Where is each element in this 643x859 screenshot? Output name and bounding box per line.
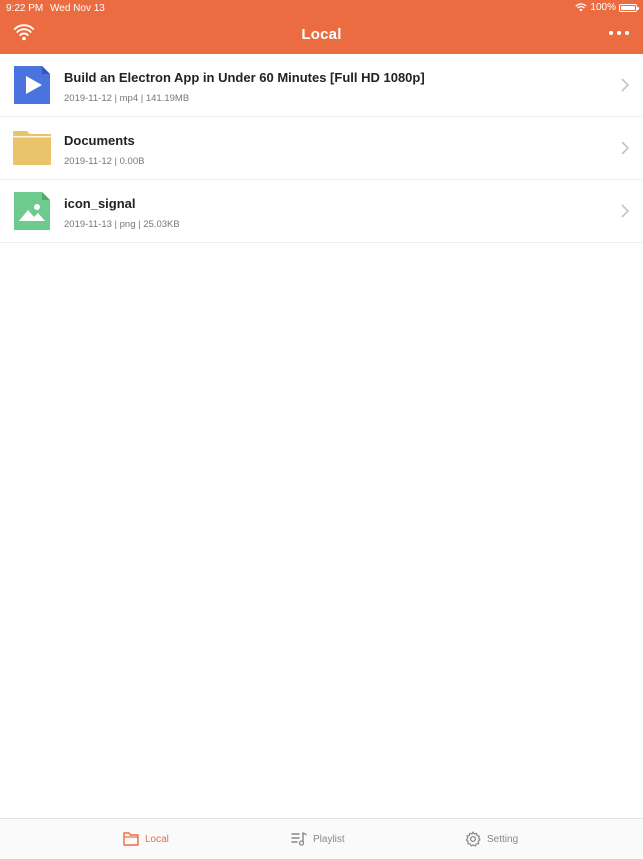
tab-local[interactable]: Local bbox=[123, 819, 169, 859]
file-name: icon_signal bbox=[64, 196, 136, 211]
chevron-right-icon bbox=[621, 78, 630, 92]
tab-label: Setting bbox=[487, 833, 519, 845]
battery-percent: 100% bbox=[590, 2, 616, 13]
gear-icon bbox=[465, 831, 481, 847]
tab-label: Playlist bbox=[313, 833, 345, 845]
file-name: Documents bbox=[64, 133, 135, 148]
battery-icon bbox=[619, 3, 639, 12]
chevron-right-icon bbox=[621, 204, 630, 218]
file-row[interactable]: Documents 2019-11-12 | 0.00B bbox=[0, 117, 643, 180]
image-file-icon bbox=[14, 192, 50, 230]
chevron-right-icon bbox=[621, 141, 630, 155]
status-date: Wed Nov 13 bbox=[50, 3, 105, 14]
wifi-status-icon bbox=[575, 3, 588, 12]
file-row[interactable]: icon_signal 2019-11-13 | png | 25.03KB bbox=[0, 180, 643, 243]
tab-bar: Local Playlist Setting bbox=[0, 818, 643, 858]
more-button[interactable] bbox=[609, 26, 629, 40]
file-meta: 2019-11-13 | png | 25.03KB bbox=[64, 219, 180, 230]
tab-playlist[interactable]: Playlist bbox=[291, 819, 345, 859]
tab-label: Local bbox=[145, 833, 169, 845]
status-bar: 9:22 PM Wed Nov 13 100% bbox=[0, 0, 643, 16]
file-meta: 2019-11-12 | mp4 | 141.19MB bbox=[64, 93, 190, 104]
video-file-icon bbox=[14, 66, 50, 104]
status-time: 9:22 PM bbox=[6, 3, 44, 14]
playlist-icon bbox=[291, 832, 307, 846]
more-icon bbox=[609, 31, 613, 35]
file-list: Build an Electron App in Under 60 Minute… bbox=[0, 54, 643, 243]
file-meta: 2019-11-12 | 0.00B bbox=[64, 156, 145, 167]
status-right: 100% bbox=[575, 2, 639, 13]
navigation-header: 9:22 PM Wed Nov 13 100% Local bbox=[0, 0, 643, 54]
file-name: Build an Electron App in Under 60 Minute… bbox=[64, 70, 425, 85]
tab-setting[interactable]: Setting bbox=[465, 819, 518, 859]
folder-icon bbox=[13, 131, 51, 165]
folder-icon bbox=[123, 832, 139, 846]
page-title: Local bbox=[301, 26, 342, 43]
file-row[interactable]: Build an Electron App in Under 60 Minute… bbox=[0, 54, 643, 117]
